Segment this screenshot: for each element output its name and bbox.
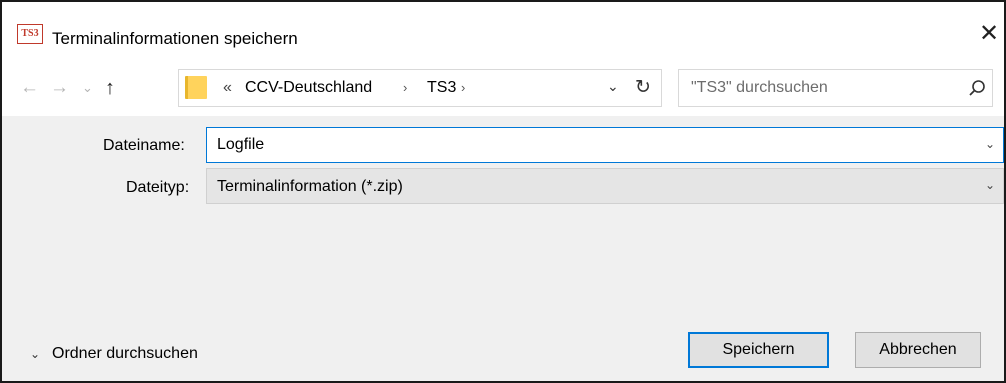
title-bar[interactable]: TS3 Terminalinformationen speichern ✕ — [2, 2, 1004, 60]
cancel-button[interactable]: Abbrechen — [855, 332, 981, 368]
address-dropdown-icon[interactable]: ⌄ — [607, 78, 619, 95]
close-button[interactable]: ✕ — [977, 22, 1001, 46]
refresh-icon[interactable]: ↻ — [635, 76, 651, 99]
chevron-down-icon: ⌄ — [30, 347, 41, 361]
recent-locations-chevron-icon[interactable]: ⌄ — [82, 76, 93, 100]
chevron-down-icon[interactable]: ⌄ — [985, 137, 995, 151]
back-arrow-icon[interactable]: ← — [20, 76, 39, 100]
filename-field[interactable] — [217, 136, 957, 154]
filetype-label: Dateityp: — [126, 179, 190, 196]
navigation-bar: ← → ⌄ ↑ « CCV-Deutschland › TS3 › ⌄ ↻ — [2, 60, 1004, 116]
up-arrow-icon[interactable]: ↑ — [105, 76, 115, 100]
forward-arrow-icon[interactable]: → — [50, 76, 69, 100]
breadcrumb-ccv-deutschland[interactable]: CCV-Deutschland — [245, 79, 372, 97]
chevron-down-icon[interactable]: ⌄ — [985, 178, 995, 192]
filetype-select[interactable]: Terminalinformation (*.zip) ⌄ — [206, 168, 1004, 204]
breadcrumb-separator-icon[interactable]: › — [461, 79, 465, 97]
breadcrumb-ts3[interactable]: TS3 — [427, 79, 456, 97]
breadcrumb-separator-icon[interactable]: › — [403, 79, 407, 97]
browse-folders-label: Ordner durchsuchen — [52, 345, 198, 362]
breadcrumb-overflow[interactable]: « — [223, 79, 232, 97]
search-input[interactable] — [691, 79, 931, 97]
filename-combobox[interactable]: ⌄ — [206, 127, 1004, 163]
folder-icon — [185, 76, 207, 99]
search-box[interactable] — [678, 69, 993, 107]
filetype-value: Terminalinformation (*.zip) — [217, 178, 403, 195]
save-button[interactable]: Speichern — [688, 332, 829, 368]
search-icon[interactable] — [967, 78, 987, 98]
save-dialog: TS3 Terminalinformationen speichern ✕ ← … — [0, 0, 1006, 383]
address-bar[interactable]: « CCV-Deutschland › TS3 › ⌄ ↻ — [178, 69, 662, 107]
filename-label: Dateiname: — [103, 137, 185, 154]
app-icon: TS3 — [17, 24, 43, 44]
window-title: Terminalinformationen speichern — [52, 29, 298, 48]
browse-folders-toggle[interactable]: ⌄ Ordner durchsuchen — [30, 345, 198, 363]
